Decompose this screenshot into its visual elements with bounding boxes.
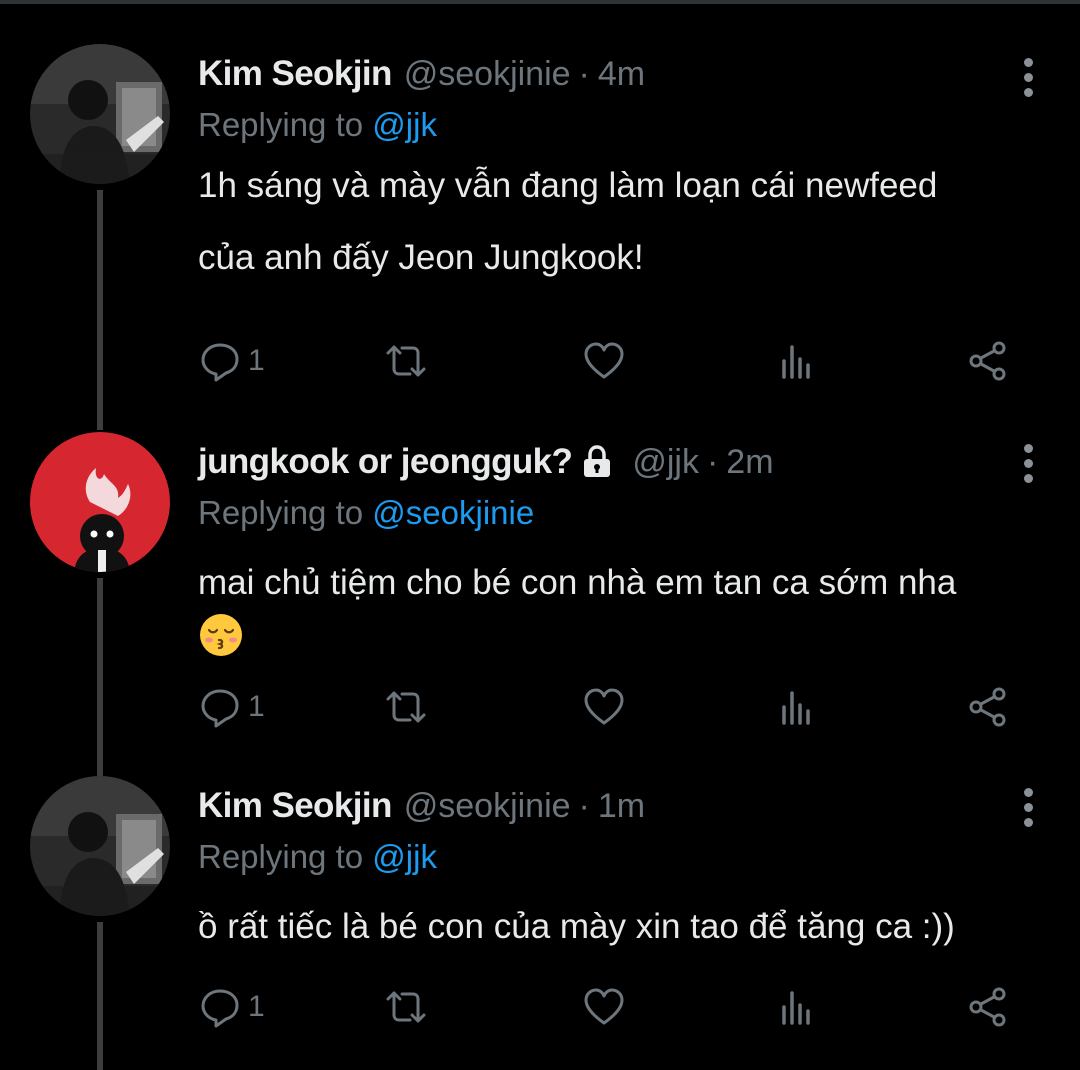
user-handle[interactable]: @seokjinie (404, 787, 571, 826)
like-button[interactable] (582, 682, 626, 732)
like-button[interactable] (582, 336, 626, 386)
separator: · (578, 786, 590, 825)
user-handle[interactable]: @jjk (632, 443, 699, 482)
tweet-text: mai chủ tiệm cho bé con nhà em tan ca sớ… (198, 560, 1040, 658)
avatar[interactable] (30, 432, 170, 572)
share-icon (969, 987, 1006, 1027)
reply-icon (201, 689, 239, 728)
like-button[interactable] (582, 982, 626, 1032)
tweet-header: Kim Seokjin @seokjinie · 1m (198, 776, 1040, 836)
separator: · (578, 54, 590, 93)
red-illustration-avatar (30, 432, 170, 572)
retweet-icon (386, 991, 426, 1023)
mention-link[interactable]: @jjk (372, 838, 437, 875)
share-icon (969, 341, 1006, 381)
timestamp[interactable]: 4m (598, 55, 645, 94)
reply-button[interactable]: 1 (198, 982, 265, 1032)
share-button[interactable] (966, 982, 1010, 1032)
reply-button[interactable]: 1 (198, 682, 265, 732)
replying-to: Replying to @jjk (198, 836, 1040, 878)
mention-link[interactable]: @seokjinie (372, 494, 534, 531)
tweet-text: ồ rất tiếc là bé con của mày xin tao để … (198, 904, 1040, 950)
timestamp[interactable]: 1m (598, 787, 645, 826)
reply-icon (201, 989, 239, 1028)
tweet-text: 1h sáng và mày vẫn đang làm loạn cái new… (198, 150, 1040, 294)
tweet-text-line: 1h sáng và mày vẫn đang làm loạn cái new… (198, 166, 938, 205)
heart-icon (584, 688, 624, 725)
reply-button[interactable]: 1 (198, 336, 265, 386)
replying-prefix: Replying to (198, 106, 364, 143)
replying-to: Replying to @seokjinie (198, 492, 1040, 534)
user-handle[interactable]: @seokjinie (404, 55, 571, 94)
share-button[interactable] (966, 682, 1010, 732)
tweet-header: Kim Seokjin @seokjinie · 4m (198, 44, 1040, 104)
retweet-icon (386, 345, 426, 377)
timestamp[interactable]: 2m (726, 443, 773, 482)
retweet-button[interactable] (384, 336, 428, 386)
avatar[interactable] (30, 44, 170, 184)
display-name[interactable]: Kim Seokjin (198, 54, 392, 94)
separator: · (706, 442, 719, 481)
tweet-actions: 1 (198, 336, 1018, 386)
analytics-icon (782, 345, 810, 379)
retweet-button[interactable] (384, 682, 428, 732)
analytics-button[interactable] (774, 682, 818, 732)
reply-icon (201, 343, 239, 382)
reply-count: 1 (248, 690, 265, 723)
analytics-icon (782, 691, 810, 725)
mention-link[interactable]: @jjk (372, 106, 437, 143)
replying-to: Replying to @jjk (198, 104, 1040, 146)
tweet-text-line: ồ rất tiếc là bé con của mày xin tao để … (198, 907, 955, 946)
retweet-icon (386, 691, 426, 723)
tweet-actions: 1 (198, 982, 1018, 1032)
display-name[interactable]: Kim Seokjin (198, 786, 392, 826)
analytics-icon (782, 991, 810, 1025)
tweet-actions: 1 (198, 682, 1018, 732)
tweet-text-line: của anh đấy Jeon Jungkook! (198, 238, 644, 277)
heart-icon (584, 342, 624, 379)
reply-count: 1 (248, 344, 265, 377)
top-divider (0, 0, 1080, 4)
display-name[interactable]: jungkook or jeongguk? (198, 442, 573, 482)
replying-prefix: Replying to (198, 838, 364, 875)
reply-count: 1 (248, 990, 265, 1023)
tweet[interactable]: jungkook or jeongguk? @jjk · 2m Replying… (0, 432, 1080, 752)
studio-photo-avatar (30, 44, 170, 184)
analytics-button[interactable] (774, 982, 818, 1032)
avatar[interactable] (30, 776, 170, 916)
heart-icon (584, 988, 624, 1025)
tweet-header: jungkook or jeongguk? @jjk · 2m (198, 432, 1040, 492)
retweet-button[interactable] (384, 982, 428, 1032)
kissing-face-closed-eyes-emoji (200, 613, 242, 656)
analytics-button[interactable] (774, 336, 818, 386)
share-icon (969, 687, 1006, 727)
share-button[interactable] (966, 336, 1010, 386)
replying-prefix: Replying to (198, 494, 364, 531)
tweet-text-line: mai chủ tiệm cho bé con nhà em tan ca sớ… (198, 563, 957, 602)
lock-icon (584, 445, 611, 477)
tweet[interactable]: Kim Seokjin @seokjinie · 4m Replying to … (0, 44, 1080, 394)
tweet[interactable]: Kim Seokjin @seokjinie · 1m Replying to … (0, 776, 1080, 1066)
studio-photo-avatar (30, 776, 170, 916)
